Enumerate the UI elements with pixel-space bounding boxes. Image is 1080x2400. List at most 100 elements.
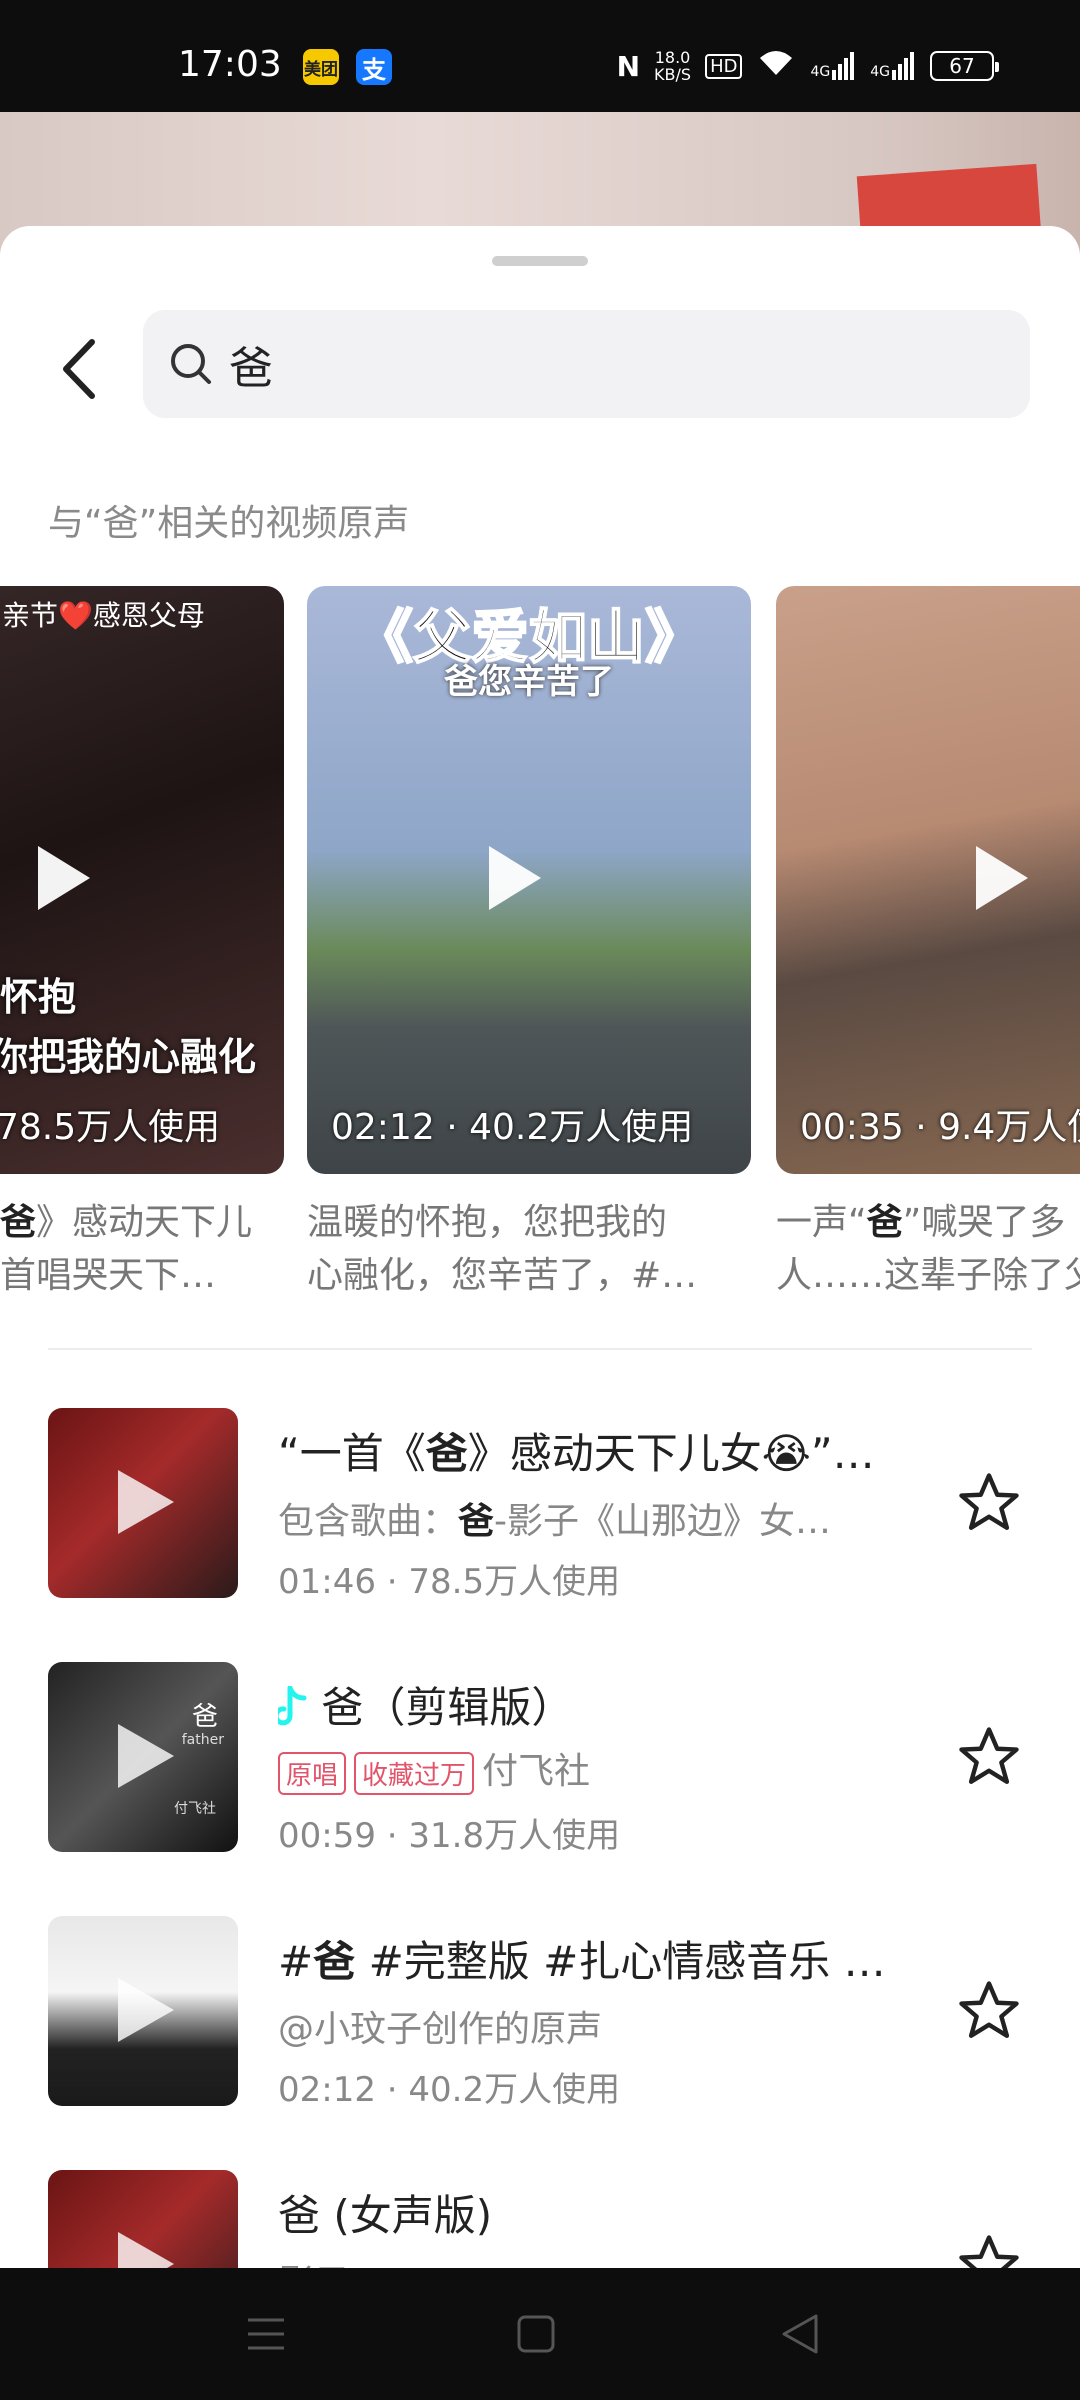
sound-list-item[interactable]: 爸 father 付飞社 爸（剪辑版） 原唱 收藏过万 付飞社 00:59 · 31… [0, 1662, 1080, 1856]
title-text: # [278, 1937, 314, 1986]
card-stats: 78.5万人使用 [0, 1107, 221, 1148]
system-nav-bar [0, 2268, 1080, 2400]
artist-name: 付飞社 [482, 1751, 591, 1792]
title-text: “一首《 [278, 1429, 426, 1478]
signal-2-label: 4G [870, 64, 890, 80]
signal-1-label: 4G [810, 64, 831, 80]
back-button[interactable] [56, 334, 106, 404]
card-stats: 02:12 · 40.2万人使用 [331, 1107, 694, 1148]
sound-search-sheet: 与“爸”相关的视频原声 亲节❤️感恩父母 怀抱 你把我的心融化 78.5万人使用… [0, 226, 1080, 2268]
music-note-icon [273, 1685, 307, 1726]
play-icon [976, 846, 1028, 910]
title-text: #完整版 #扎心情感音乐 … [355, 1937, 886, 1986]
battery-icon: 67 [930, 51, 999, 81]
star-icon[interactable] [956, 1470, 1022, 1536]
sound-title: #爸 #完整版 #扎心情感音乐 … [278, 1928, 886, 1989]
play-icon [38, 846, 90, 910]
wifi-icon [756, 48, 796, 84]
alipay-app-icon: 支 [356, 49, 392, 85]
sub-text: -影子《山那边》女… [494, 1501, 832, 1542]
drag-handle[interactable] [492, 256, 588, 266]
sound-meta: 01:46 · 78.5万人使用 [278, 1562, 621, 1602]
play-icon [118, 1724, 174, 1788]
video-card[interactable]: 亲节❤️感恩父母 怀抱 你把我的心融化 78.5万人使用 爸》感动天下儿 首唱哭… [0, 586, 284, 1302]
sound-list-item[interactable]: 爸 (女声版) 影子 [0, 2170, 1080, 2268]
status-time: 17:03 [178, 44, 282, 85]
desc-text: 》感动天下儿 [36, 1202, 253, 1243]
cover-text: 爸 [191, 1702, 218, 1732]
video-thumbnail[interactable]: 《父爱如山》 爸您辛苦了 02:12 · 40.2万人使用 [307, 586, 751, 1174]
video-thumbnail[interactable]: 亲节❤️感恩父母 怀抱 你把我的心融化 78.5万人使用 [0, 586, 284, 1174]
card-stats: 00:35 · 9.4万人使 [800, 1107, 1080, 1148]
meituan-app-icon: 美团 [303, 49, 339, 85]
magnifier-icon [171, 344, 211, 384]
title-text: 爸（剪辑版） [321, 1683, 574, 1732]
signal-1-icon: 4G [810, 52, 856, 80]
title-highlight: 爸 [313, 1937, 356, 1986]
status-bar: 17:03 美团 支 N 18.0 KB/S HD 4G 4G 67 [0, 0, 1080, 112]
card-desc-line2: 心融化，您辛苦了，#… [307, 1255, 698, 1296]
card-description: 温暖的怀抱，您把我的 心融化，您辛苦了，#… [307, 1196, 751, 1302]
card-desc-line1: 爸》感动天下儿 [0, 1196, 284, 1249]
status-right-icons: N 18.0 KB/S HD 4G 4G 67 [616, 46, 999, 86]
menu-icon[interactable] [246, 2312, 286, 2356]
sound-meta: 00:59 · 31.8万人使用 [278, 1816, 621, 1856]
card-overlay-line1: 怀抱 [0, 975, 77, 1019]
sound-meta: 02:12 · 40.2万人使用 [278, 2070, 621, 2110]
cover-text: father [181, 1732, 224, 1748]
play-icon [118, 2232, 174, 2268]
nfc-icon: N [616, 49, 641, 83]
sound-title: 爸（剪辑版） [273, 1674, 574, 1735]
video-card[interactable]: 00:35 · 9.4万人使 一声“爸”喊哭了多 人……这辈子除了父 [776, 586, 1080, 1302]
play-icon [118, 1978, 174, 2042]
net-speed: 18.0 KB/S [654, 49, 691, 83]
sound-title: “一首《爸》感动天下儿女😭”… [278, 1420, 875, 1481]
card-overlay-top: 亲节❤️感恩父母 [2, 599, 205, 632]
desc-text: 一声“ [776, 1202, 867, 1243]
card-description: 爸》感动天下儿 首唱哭天下… [0, 1196, 284, 1302]
card-desc-line2: 首唱哭天下… [0, 1255, 217, 1296]
card-desc-line2: 人……这辈子除了父 [776, 1255, 1080, 1296]
back-nav-icon[interactable] [780, 2312, 820, 2356]
star-icon[interactable] [956, 1978, 1022, 2044]
star-icon[interactable] [956, 1724, 1022, 1790]
card-overlay-line2: 你把我的心融化 [0, 1035, 257, 1079]
card-description: 一声“爸”喊哭了多 人……这辈子除了父 [776, 1196, 1080, 1302]
sound-list-item[interactable]: “一首《爸》感动天下儿女😭”… 包含歌曲：爸-影子《山那边》女… 01:46 ·… [0, 1408, 1080, 1602]
search-input[interactable] [229, 332, 1009, 396]
sub-highlight: 爸 [458, 1501, 495, 1542]
sound-subtitle: 影子 [278, 2254, 350, 2268]
star-icon[interactable] [956, 2232, 1022, 2268]
net-speed-unit: KB/S [654, 65, 692, 84]
desc-text: ”喊哭了多 [902, 1202, 1066, 1243]
cover-text: 付飞社 [174, 1801, 216, 1817]
video-cards-carousel[interactable]: 亲节❤️感恩父母 怀抱 你把我的心融化 78.5万人使用 爸》感动天下儿 首唱哭… [0, 586, 1080, 1346]
net-speed-value: 18.0 [654, 48, 691, 67]
signal-2-icon: 4G [870, 52, 916, 80]
favorites-tag: 收藏过万 [354, 1751, 475, 1795]
divider [48, 1348, 1032, 1350]
sub-text: 包含歌曲： [278, 1501, 459, 1542]
video-thumbnail[interactable]: 00:35 · 9.4万人使 [776, 586, 1080, 1174]
home-icon[interactable] [516, 2312, 556, 2356]
sound-subtitle: @小玟子创作的原声 [278, 2009, 603, 2050]
sound-subtitle: 原唱 收藏过万 付飞社 [278, 1742, 590, 1795]
section-title: 与“爸”相关的视频原声 [48, 503, 410, 544]
chevron-left-icon [63, 339, 95, 399]
card-desc-line1: 温暖的怀抱，您把我的 [307, 1202, 668, 1243]
search-bar[interactable] [143, 310, 1030, 418]
desc-highlight: 爸 [866, 1202, 903, 1243]
sound-cover[interactable] [48, 1408, 238, 1598]
card-overlay-subtitle: 爸您辛苦了 [444, 662, 614, 702]
desc-highlight: 爸 [0, 1202, 37, 1243]
title-text: 》感动天下儿女😭”… [467, 1429, 875, 1478]
sound-cover[interactable] [48, 2170, 238, 2268]
play-icon [489, 846, 541, 910]
video-card[interactable]: 《父爱如山》 爸您辛苦了 02:12 · 40.2万人使用 温暖的怀抱，您把我的… [307, 586, 751, 1302]
sound-list-item[interactable]: #爸 #完整版 #扎心情感音乐 … @小玟子创作的原声 02:12 · 40.2… [0, 1916, 1080, 2110]
play-icon [118, 1470, 174, 1534]
title-highlight: 爸 [425, 1429, 468, 1478]
sound-cover[interactable] [48, 1916, 238, 2106]
sound-cover[interactable]: 爸 father 付飞社 [48, 1662, 238, 1852]
card-desc-line1: 一声“爸”喊哭了多 [776, 1196, 1080, 1249]
